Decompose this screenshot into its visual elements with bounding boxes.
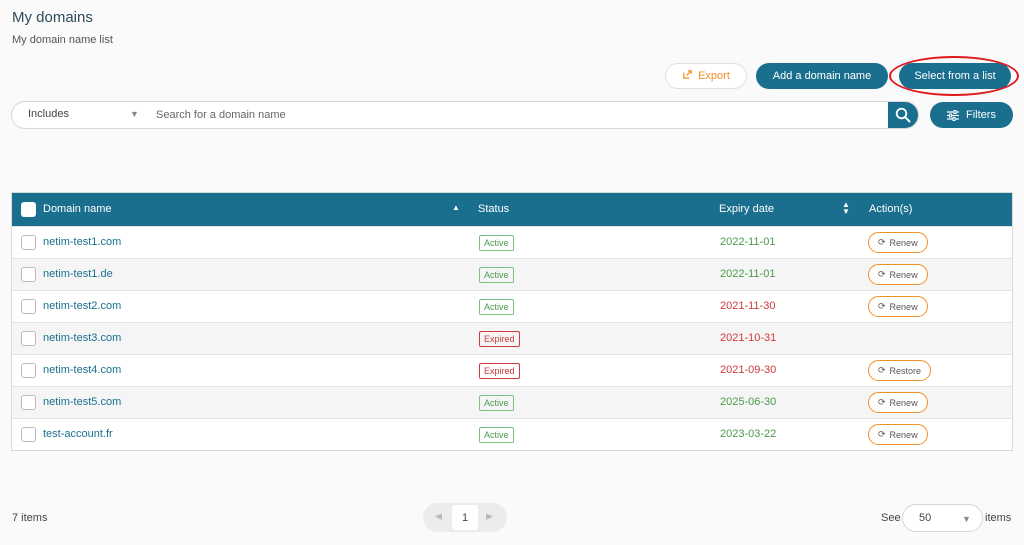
refresh-icon: ⟳ <box>878 429 886 439</box>
status-badge: Active <box>479 395 514 411</box>
refresh-icon: ⟳ <box>878 269 886 279</box>
domain-name-link[interactable]: netim-test3.com <box>43 332 121 344</box>
table-row: test-account.fr Active 2023-03-22 ⟳ Renew <box>12 418 1012 450</box>
sort-up-icon[interactable]: ▲ <box>452 203 460 212</box>
status-badge: Expired <box>479 331 520 347</box>
domain-name-link[interactable]: netim-test1.com <box>43 236 121 248</box>
search-bar: Includes ▼ <box>11 101 919 129</box>
row-checkbox[interactable] <box>21 395 36 410</box>
expiry-date: 2021-09-30 <box>720 364 777 376</box>
next-page-icon[interactable]: ▶ <box>486 511 493 522</box>
filters-button[interactable]: Filters <box>930 102 1013 128</box>
sort-both-icon[interactable]: ▲ ▼ <box>842 201 850 216</box>
refresh-icon: ⟳ <box>878 301 886 311</box>
refresh-icon: ⟳ <box>878 397 886 407</box>
domain-name-link[interactable]: test-account.fr <box>43 428 113 440</box>
row-checkbox[interactable] <box>21 427 36 442</box>
search-button[interactable] <box>888 102 918 128</box>
renew-button[interactable]: ⟳ Renew <box>868 232 928 253</box>
export-label: Export <box>698 70 730 82</box>
search-input[interactable] <box>156 102 886 128</box>
header-status: Status <box>478 203 510 215</box>
page-subtitle: My domain name list <box>12 34 113 46</box>
row-checkbox[interactable] <box>21 235 36 250</box>
domains-table: Domain name ▲ Status Expiry date ▲ ▼ Acti… <box>11 192 1013 451</box>
caret-down-icon: ▼ <box>962 514 971 524</box>
items-count: 7 items <box>12 512 48 524</box>
status-badge: Expired <box>479 363 520 379</box>
caret-down-icon[interactable]: ▼ <box>130 109 139 119</box>
per-page-select[interactable]: 50 ▼ <box>902 504 983 532</box>
header-domain-name[interactable]: Domain name <box>43 203 111 215</box>
row-checkbox[interactable] <box>21 331 36 346</box>
header-expiry-date[interactable]: Expiry date <box>719 203 774 215</box>
action-label: Renew <box>889 237 918 248</box>
action-label: Renew <box>889 301 918 312</box>
status-badge: Active <box>479 427 514 443</box>
renew-button[interactable]: ⟳ Renew <box>868 424 928 445</box>
renew-button[interactable]: ⟳ Renew <box>868 296 928 317</box>
table-row: netim-test5.com Active 2025-06-30 ⟳ Renew <box>12 386 1012 418</box>
action-label: Renew <box>889 269 918 280</box>
table-row: netim-test2.com Active 2021-11-30 ⟳ Renew <box>12 290 1012 322</box>
action-label: Renew <box>889 429 918 440</box>
table-row: netim-test3.com Expired 2021-10-31 <box>12 322 1012 354</box>
filters-label: Filters <box>966 109 996 121</box>
expiry-date: 2025-06-30 <box>720 396 777 408</box>
domain-name-link[interactable]: netim-test5.com <box>43 396 121 408</box>
sliders-icon <box>947 109 960 121</box>
status-badge: Active <box>479 235 514 251</box>
action-label: Renew <box>889 397 918 408</box>
items-label: items <box>985 512 1012 524</box>
select-from-list-button[interactable]: Select from a list <box>899 63 1011 89</box>
domain-name-link[interactable]: netim-test2.com <box>43 300 121 312</box>
table-row: netim-test4.com Expired 2021-09-30 ⟳ Restore <box>12 354 1012 386</box>
expiry-date: 2022-11-01 <box>720 236 776 248</box>
expiry-date: 2022-11-01 <box>720 268 776 280</box>
row-checkbox[interactable] <box>21 299 36 314</box>
row-checkbox[interactable] <box>21 363 36 378</box>
expiry-date: 2021-11-30 <box>720 300 776 312</box>
current-page[interactable]: 1 <box>452 505 478 530</box>
refresh-icon: ⟳ <box>878 237 886 247</box>
page-title: My domains <box>12 9 93 26</box>
search-icon <box>895 107 911 123</box>
pagination: ◀ 1 ▶ <box>423 503 507 532</box>
export-button[interactable]: Export <box>665 63 747 89</box>
table-body: netim-test1.com Active 2022-11-01 ⟳ Renew net… <box>12 226 1012 450</box>
status-badge: Active <box>479 299 514 315</box>
per-page-value: 50 <box>919 512 932 524</box>
export-icon <box>682 69 693 83</box>
search-mode-select[interactable]: Includes <box>28 108 69 120</box>
add-domain-button[interactable]: Add a domain name <box>756 63 888 89</box>
status-badge: Active <box>479 267 514 283</box>
restore-button[interactable]: ⟳ Restore <box>868 360 932 381</box>
domain-name-link[interactable]: netim-test4.com <box>43 364 121 376</box>
expiry-date: 2021-10-31 <box>720 332 777 344</box>
domain-name-link[interactable]: netim-test1.de <box>43 268 113 280</box>
table-row: netim-test1.de Active 2022-11-01 ⟳ Renew <box>12 258 1012 290</box>
row-checkbox[interactable] <box>21 267 36 282</box>
action-label: Restore <box>889 365 922 376</box>
table-row: netim-test1.com Active 2022-11-01 ⟳ Renew <box>12 226 1012 258</box>
refresh-icon: ⟳ <box>878 365 886 375</box>
see-label: See <box>881 512 901 524</box>
expiry-date: 2023-03-22 <box>720 428 777 440</box>
select-all-checkbox[interactable] <box>21 202 36 217</box>
renew-button[interactable]: ⟳ Renew <box>868 392 928 413</box>
renew-button[interactable]: ⟳ Renew <box>868 264 928 285</box>
header-actions: Action(s) <box>869 203 913 215</box>
prev-page-icon[interactable]: ◀ <box>435 511 442 522</box>
table-header: Domain name ▲ Status Expiry date ▲ ▼ Acti… <box>12 193 1012 226</box>
